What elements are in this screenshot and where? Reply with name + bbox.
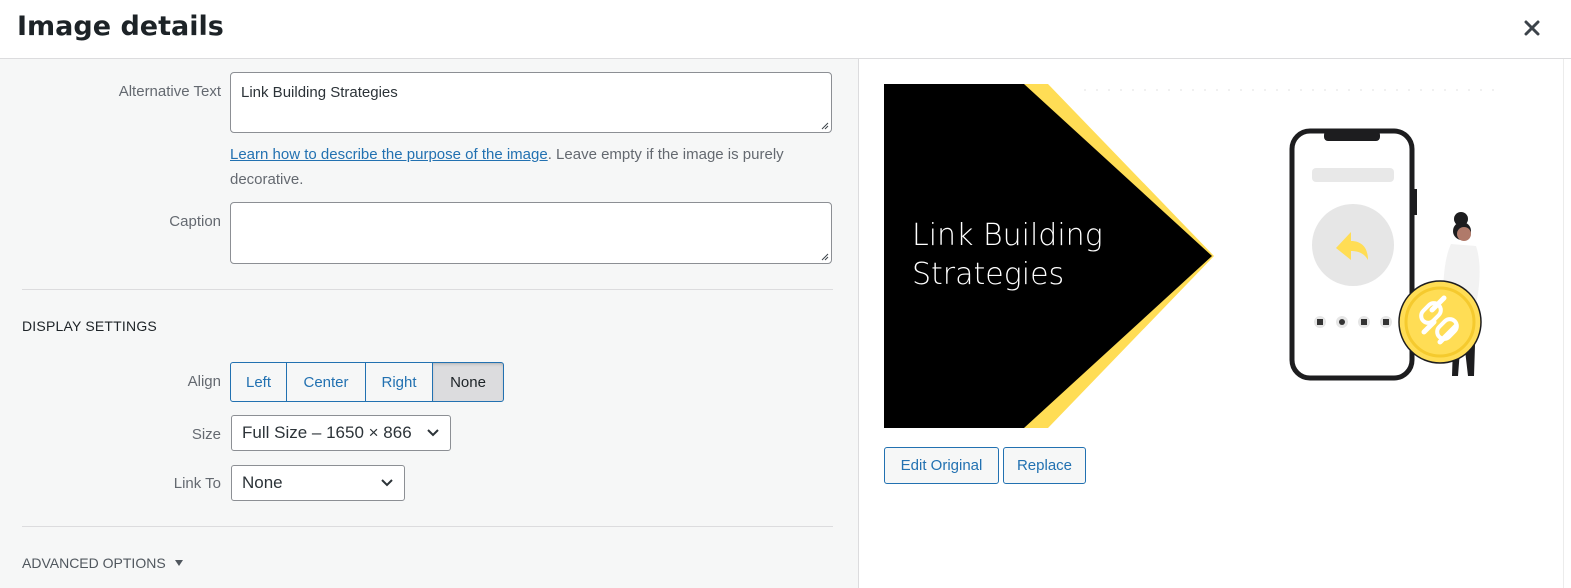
align-label: Align xyxy=(187,373,221,390)
chevron-down-icon xyxy=(427,429,439,437)
edit-original-button[interactable]: Edit Original xyxy=(884,447,999,484)
alt-text-help-link[interactable]: Learn how to describe the purpose of the… xyxy=(230,146,548,163)
size-select[interactable]: Full Size – 1650 × 866 xyxy=(231,415,451,451)
modal-header: Image details xyxy=(0,0,1571,59)
alt-text-field[interactable]: Link Building Strategies xyxy=(230,72,832,133)
alt-text-label: Alternative Text xyxy=(118,83,221,100)
size-label: Size xyxy=(191,426,221,443)
close-button[interactable] xyxy=(1518,14,1546,42)
align-button-group: Left Center Right None xyxy=(230,362,504,402)
link-to-label: Link To xyxy=(173,475,221,492)
resize-grip-icon[interactable] xyxy=(820,121,829,130)
display-settings-heading: DISPLAY SETTINGS xyxy=(22,318,157,334)
section-divider xyxy=(22,526,833,527)
image-preview: Link Building Strategies xyxy=(884,84,1512,428)
align-left-button[interactable]: Left xyxy=(230,362,287,402)
preview-image-text: Link Building Strategies xyxy=(912,218,1103,292)
replace-button[interactable]: Replace xyxy=(1003,447,1086,484)
link-to-select[interactable]: None xyxy=(231,465,405,501)
align-center-button[interactable]: Center xyxy=(286,362,366,402)
link-to-select-value: None xyxy=(242,473,283,492)
alt-text-help: Learn how to describe the purpose of the… xyxy=(230,142,840,192)
advanced-options-label: ADVANCED OPTIONS xyxy=(22,555,166,571)
attachment-settings-panel: Alternative Text Link Building Strategie… xyxy=(0,59,859,588)
resize-grip-icon[interactable] xyxy=(820,252,829,261)
caption-field[interactable] xyxy=(230,202,832,264)
advanced-options-toggle[interactable]: ADVANCED OPTIONS xyxy=(22,555,184,571)
alt-text-value: Link Building Strategies xyxy=(241,84,398,101)
size-select-value: Full Size – 1650 × 866 xyxy=(242,423,412,442)
align-none-button[interactable]: None xyxy=(432,362,504,402)
image-preview-panel: Link Building Strategies Edit Original R… xyxy=(859,59,1571,588)
scrollbar[interactable] xyxy=(1563,59,1571,588)
chevron-down-icon xyxy=(381,479,393,487)
caption-label: Caption xyxy=(169,213,221,230)
section-divider xyxy=(22,289,833,290)
modal-title: Image details xyxy=(17,11,224,42)
close-icon xyxy=(1524,20,1540,36)
align-right-button[interactable]: Right xyxy=(365,362,433,402)
triangle-down-icon xyxy=(174,560,183,566)
